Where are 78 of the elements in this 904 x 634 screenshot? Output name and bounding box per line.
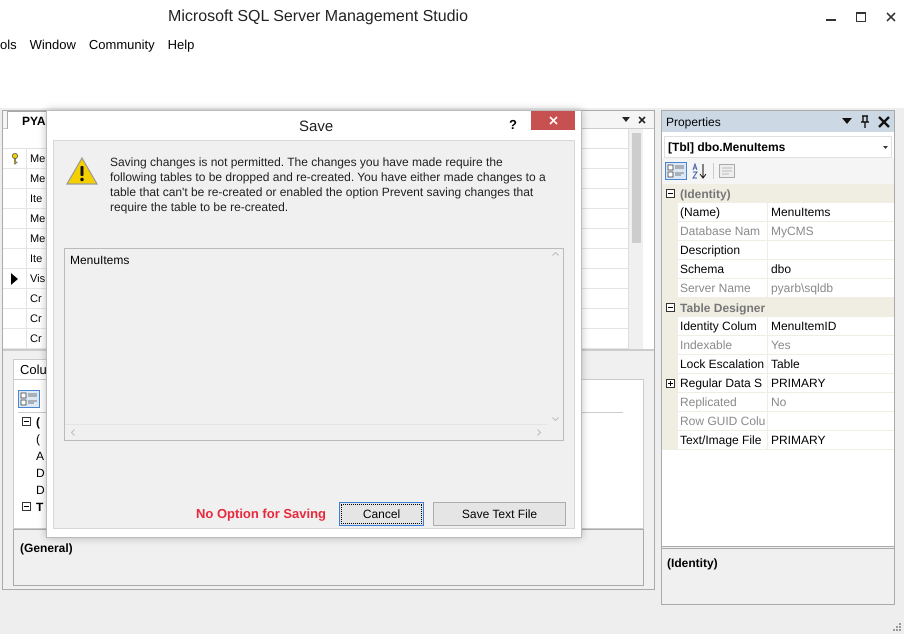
window-title: Microsoft SQL Server Management Studio xyxy=(168,7,468,27)
close-icon[interactable] xyxy=(638,116,646,124)
warning-icon[interactable] xyxy=(66,157,98,185)
maximize-icon[interactable] xyxy=(856,12,866,22)
property-name: Identity Colum xyxy=(680,318,757,335)
property-value: PRIMARY xyxy=(771,432,826,449)
column-name-cell-text: Ite xyxy=(30,252,42,267)
property-name: Text/Image File xyxy=(680,432,762,449)
column-name-cell-text: Me xyxy=(30,232,46,247)
column-name-cell-text: Me xyxy=(30,172,46,187)
property-name: Database Nam xyxy=(680,223,760,240)
menu-item[interactable]: ols xyxy=(0,35,17,55)
property-value: PRIMARY xyxy=(771,375,826,392)
property-value: pyarb\sqldb xyxy=(771,280,834,297)
property-name: D xyxy=(36,482,45,498)
dropdown-icon[interactable] xyxy=(842,118,852,125)
property-name: Row GUID Colu xyxy=(680,413,766,430)
category-label: Table Designer xyxy=(680,300,766,316)
column-name-cell-text: Me xyxy=(30,212,46,227)
property-value: MenuItemID xyxy=(771,318,836,335)
property-name: Schema xyxy=(680,261,724,278)
sort-alphabetical-icon[interactable] xyxy=(692,163,708,179)
menu-item[interactable]: Community xyxy=(88,35,155,55)
collapse-icon[interactable] xyxy=(666,189,674,198)
property-name: Replicated xyxy=(680,394,737,411)
property-value: MenuItems xyxy=(771,204,830,221)
property-name: Server Name xyxy=(680,280,751,297)
expand-icon[interactable] xyxy=(666,378,674,388)
collapse-icon[interactable] xyxy=(666,303,674,312)
message-text: Saving changes is not permitted. The changes you have made require the following tables to be dropped and re-created. You have either made changes to a table that can't be re-created or enabled the option Prevent saving changes that require the table to be re-created. xyxy=(110,155,547,215)
warning-note: No Option for Saving xyxy=(196,505,326,524)
column-name-cell-text: Cr xyxy=(30,332,42,347)
category-label: T xyxy=(36,498,44,516)
column-name-cell-text: Ite xyxy=(30,192,42,207)
column-name-cell-text: Cr xyxy=(30,312,42,327)
property-name: Regular Data S xyxy=(680,375,762,392)
property-name: Description xyxy=(680,242,740,259)
property-value: Yes xyxy=(771,337,791,354)
list-item[interactable]: MenuItems xyxy=(70,252,547,268)
property-name: Indexable xyxy=(680,337,732,354)
dropdown-icon[interactable] xyxy=(622,116,630,122)
property-name: ( xyxy=(36,430,40,448)
category-label: ( xyxy=(36,414,40,430)
pin-icon[interactable] xyxy=(860,115,870,128)
property-value: Table xyxy=(771,356,800,373)
property-name: A xyxy=(36,448,44,464)
close-icon[interactable] xyxy=(878,116,890,128)
column-name-cell-text: Me xyxy=(30,152,46,167)
dialog-button[interactable]: Save Text File xyxy=(433,502,566,526)
property-value: No xyxy=(771,394,786,411)
object-dropdown[interactable]: [Tbl] dbo.MenuItems xyxy=(664,136,892,158)
help-button[interactable]: ? xyxy=(509,115,517,135)
description-title: (General) xyxy=(20,541,73,555)
row-pointer-icon[interactable] xyxy=(11,272,18,284)
description-title: (Identity) xyxy=(667,556,718,570)
dialog-button[interactable]: Cancel xyxy=(339,502,424,526)
collapse-icon[interactable] xyxy=(22,502,30,511)
scrollbar[interactable] xyxy=(628,129,643,349)
property-value: dbo xyxy=(771,261,792,278)
menu-item[interactable]: Help xyxy=(168,35,194,55)
property-name: Lock Escalation xyxy=(680,356,764,373)
categorized-icon[interactable] xyxy=(665,162,687,180)
panel-title: Properties xyxy=(666,114,721,130)
caret-icon[interactable] xyxy=(883,146,888,148)
close-button[interactable] xyxy=(531,111,575,130)
dialog-title: Save xyxy=(299,117,334,137)
menu-item[interactable]: Window xyxy=(30,35,76,55)
categorized-icon[interactable] xyxy=(18,390,40,408)
close-icon[interactable] xyxy=(886,12,896,22)
category-label: (Identity) xyxy=(680,186,731,202)
property-name: (Name) xyxy=(680,204,720,221)
resize-grip-icon[interactable] xyxy=(893,623,901,631)
column-name-cell-text: Vis xyxy=(30,272,46,287)
collapse-icon[interactable] xyxy=(22,417,30,426)
property-name: D xyxy=(36,464,45,482)
column-name-cell-text: Cr xyxy=(30,292,42,307)
property-value: MyCMS xyxy=(771,223,814,240)
key-icon[interactable] xyxy=(10,152,18,164)
